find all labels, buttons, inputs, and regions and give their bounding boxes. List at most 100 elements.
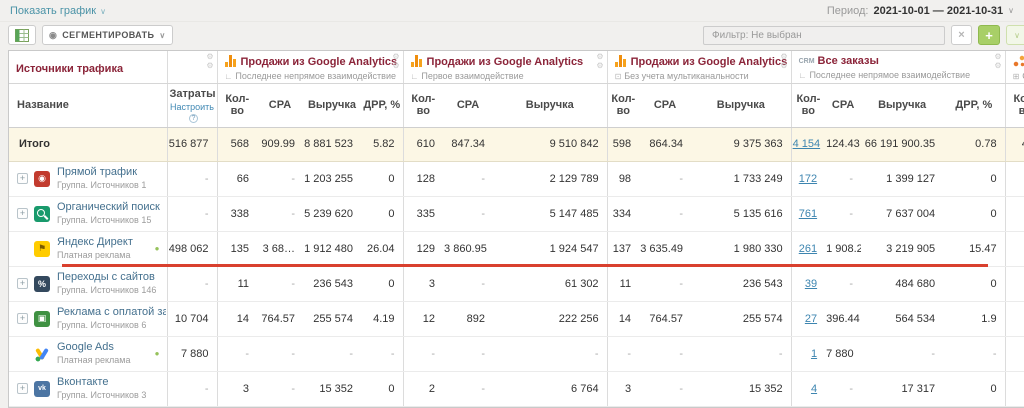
- table-cell: 7 637 004: [861, 196, 943, 231]
- table-cell: 66 191 900.35: [861, 127, 943, 161]
- table-cell: -: [257, 161, 303, 196]
- table-cell: 3: [607, 371, 639, 406]
- google-ads-icon: [34, 346, 50, 362]
- table-cell: -: [825, 196, 861, 231]
- add-filter-button[interactable]: +: [978, 25, 1000, 45]
- column-settings-gears-icon[interactable]: ⚙⚙: [206, 52, 213, 70]
- attribution-icon: ⊡: [615, 72, 622, 81]
- orders-count-link[interactable]: 39: [805, 278, 817, 290]
- column-header-cpa[interactable]: CPA: [639, 83, 691, 127]
- top-bar: Показать график∨ Период: 2021-10-01 — 20…: [0, 0, 1024, 22]
- column-header-count[interactable]: Кол-во: [403, 83, 443, 127]
- source-name-link[interactable]: Яндекс Директ: [57, 236, 133, 250]
- configure-costs-link[interactable]: Настроить: [170, 102, 214, 112]
- help-icon[interactable]: ?: [189, 114, 198, 123]
- show-chart-link[interactable]: Показать график∨: [10, 5, 106, 17]
- source-name-cell: +Переходы с сайтовГруппа. Источников 146: [9, 266, 167, 301]
- group-title: Все заказы: [818, 55, 879, 67]
- table-cell: 5 147 485: [493, 196, 607, 231]
- group-traffic-sources: Источники трафика: [9, 51, 167, 83]
- table-cell: 222 256: [493, 301, 607, 336]
- period-selector[interactable]: Период: 2021-10-01 — 2021-10-31 ∨: [827, 5, 1014, 17]
- column-settings-gears-icon[interactable]: ⚙⚙: [780, 52, 787, 70]
- table-cell: 124.43: [825, 127, 861, 161]
- expand-row-button[interactable]: +: [17, 208, 28, 219]
- table-cell: 3: [217, 371, 257, 406]
- table-cell: 1 924 547: [493, 231, 607, 266]
- group-subtitle: Последнее непрямое взаимодействие: [809, 70, 970, 80]
- expand-row-button[interactable]: +: [17, 278, 28, 289]
- column-header-costs[interactable]: Затраты Настроить?: [167, 83, 217, 127]
- table-cell: 335: [403, 196, 443, 231]
- table-cell: -: [443, 161, 493, 196]
- source-name-link[interactable]: Google Ads: [57, 341, 131, 355]
- clear-filter-button[interactable]: ×: [951, 25, 972, 45]
- source-name-cell: +ВконтактеГруппа. Источников 3: [9, 371, 167, 406]
- expand-row-button[interactable]: +: [17, 313, 28, 324]
- source-subtitle: Группа. Источников 15: [57, 215, 160, 226]
- filter-input[interactable]: [703, 26, 945, 45]
- column-header-drr[interactable]: ДРР, %: [361, 83, 403, 127]
- column-header-revenue[interactable]: Выручка: [493, 83, 607, 127]
- orders-count-link[interactable]: 4 154: [793, 138, 821, 150]
- table-cell: 3 635.49: [639, 231, 691, 266]
- orders-count-link[interactable]: 27: [805, 313, 817, 325]
- column-settings-gears-icon[interactable]: ⚙⚙: [994, 52, 1001, 70]
- orders-count-link[interactable]: 172: [799, 173, 817, 185]
- orders-count-link[interactable]: 761: [799, 208, 817, 220]
- direct-traffic-icon: [34, 171, 50, 187]
- source-name-link[interactable]: Вконтакте: [57, 376, 146, 390]
- table-cell: 1 203 255: [303, 161, 361, 196]
- crm-icon: CRM: [799, 58, 815, 65]
- column-header-cpa[interactable]: CPA: [825, 83, 861, 127]
- ppc-icon: [34, 311, 50, 327]
- column-settings-gears-icon[interactable]: ⚙⚙: [392, 52, 399, 70]
- source-name-link[interactable]: Переходы с сайтов: [57, 271, 156, 285]
- expand-row-button[interactable]: +: [17, 383, 28, 394]
- column-settings-gears-icon[interactable]: ⚙⚙: [596, 52, 603, 70]
- source-name-cell: Яндекс ДиректПлатная реклама●: [9, 231, 167, 266]
- column-header-drr[interactable]: ДРР, %: [943, 83, 1005, 127]
- table-cell: 14: [607, 301, 639, 336]
- table-cell: 129: [403, 231, 443, 266]
- attribution-icon: ∟: [411, 72, 419, 81]
- table-cell: 0: [361, 196, 403, 231]
- table-cell: -: [167, 161, 217, 196]
- export-table-button[interactable]: [8, 25, 36, 45]
- table-row: +Переходы с сайтовГруппа. Источников 146…: [9, 266, 1024, 301]
- column-header-count[interactable]: Кол-во: [607, 83, 639, 127]
- source-name-cell: Google AdsПлатная реклама●: [9, 336, 167, 371]
- column-header-cpa[interactable]: CPA: [443, 83, 493, 127]
- table-row: + Органический поискГруппа. Источников 15…: [9, 196, 1024, 231]
- group-costs: ⚙⚙: [167, 51, 217, 83]
- table-cell: -: [639, 371, 691, 406]
- column-header-name[interactable]: Название: [9, 83, 167, 127]
- table-cell: 0: [943, 371, 1005, 406]
- column-header-count[interactable]: Кол-во: [791, 83, 825, 127]
- column-header-cpa[interactable]: CPA: [257, 83, 303, 127]
- source-name-link[interactable]: Прямой трафик: [57, 166, 146, 180]
- source-name-link[interactable]: Реклама с оплатой за клик: [57, 306, 166, 320]
- column-header-revenue[interactable]: Выручка: [303, 83, 361, 127]
- table-cell: -: [257, 371, 303, 406]
- segment-button[interactable]: ◉ СЕГМЕНТИРОВАТЬ ∨: [42, 25, 173, 45]
- orders-count-link[interactable]: 4: [811, 383, 817, 395]
- status-dot: ●: [155, 349, 166, 358]
- orders-count-link[interactable]: 1: [811, 348, 817, 360]
- table-cell: 0: [943, 196, 1005, 231]
- filter-menu-button[interactable]: ∨: [1006, 25, 1024, 45]
- traffic-sources-table: Источники трафика ⚙⚙ Продажи из Google A…: [9, 51, 1024, 407]
- column-header-revenue[interactable]: Выручка: [861, 83, 943, 127]
- table-cell: 61 302: [493, 266, 607, 301]
- source-name-link[interactable]: Органический поиск: [57, 201, 160, 215]
- table-cell: 98: [607, 161, 639, 196]
- composition-icon: ⊞: [1013, 72, 1020, 81]
- orders-count-link[interactable]: 261: [799, 243, 817, 255]
- expand-row-button[interactable]: +: [17, 173, 28, 184]
- table-cell: 15 352: [303, 371, 361, 406]
- group-subtitle: Последнее непрямое взаимодействие: [235, 71, 396, 81]
- table-cell: 0: [943, 266, 1005, 301]
- column-header-count[interactable]: Кол-во: [1005, 83, 1024, 127]
- column-header-count[interactable]: Кол-во: [217, 83, 257, 127]
- column-header-revenue[interactable]: Выручка: [691, 83, 791, 127]
